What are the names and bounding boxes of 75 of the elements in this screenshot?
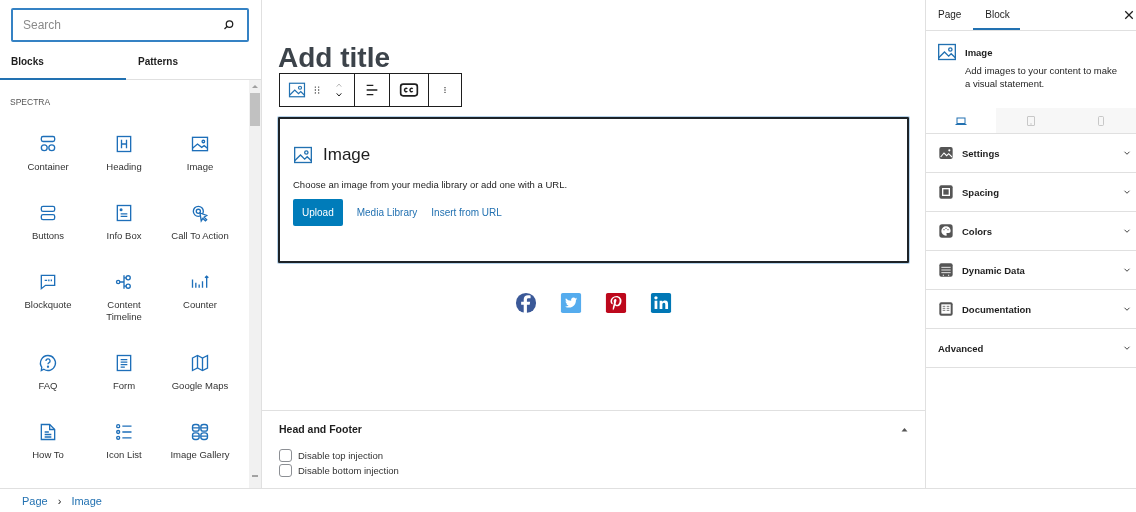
spacing-icon	[938, 184, 954, 200]
panel-toggle[interactable]: Colors	[926, 212, 1136, 251]
question-icon	[38, 353, 58, 373]
form-icon	[114, 353, 134, 373]
landscape-icon	[938, 145, 954, 161]
block-item[interactable]: Blockquote	[10, 264, 86, 345]
title-placeholder[interactable]: Add title	[278, 44, 390, 72]
breadcrumb-separator: ›	[57, 494, 62, 507]
meta-box-toggle[interactable]: Head and Footer	[279, 411, 909, 435]
buttons-icon	[38, 203, 58, 223]
image-icon	[937, 42, 957, 62]
panel-toggle[interactable]: Documentation	[926, 290, 1136, 329]
block-item[interactable]: Info Box	[86, 195, 162, 264]
panel-toggle[interactable]: Dynamic Data	[926, 251, 1136, 290]
block-item[interactable]: Content Timeline	[86, 264, 162, 345]
image-icon	[190, 134, 210, 154]
block-item[interactable]: Image Gallery	[162, 414, 238, 483]
search-icon	[223, 19, 235, 31]
breadcrumb-link[interactable]: Image	[71, 494, 102, 507]
quote-icon	[38, 272, 58, 292]
checkbox-label: Disable top injection	[298, 450, 384, 461]
link[interactable]: Media Library	[356, 207, 418, 218]
tab[interactable]: Patterns	[126, 45, 252, 80]
block-name: Image	[965, 47, 994, 58]
scrollbar[interactable]	[249, 80, 261, 488]
tab[interactable]: Blocks	[0, 45, 126, 80]
block-title: Image	[323, 145, 371, 165]
panel-toggle[interactable]: Settings	[926, 134, 1136, 173]
cursor-click-icon	[190, 203, 210, 223]
checkbox-label: Disable bottom injection	[298, 465, 399, 476]
block-item[interactable]: Google Maps	[162, 345, 238, 414]
document-icon	[938, 301, 954, 317]
panel-toggle[interactable]: Spacing	[926, 173, 1136, 212]
image-icon	[293, 145, 313, 165]
list-icon	[114, 422, 134, 442]
caption-icon[interactable]	[399, 80, 419, 100]
desktop-icon	[955, 114, 967, 127]
block-description: Add images to your content to make a visual statement.	[965, 64, 1119, 90]
tab[interactable]: Page	[926, 0, 974, 30]
drag-handle-icon[interactable]	[312, 83, 322, 97]
block-item[interactable]: Container	[10, 126, 86, 195]
phone-icon	[1095, 114, 1107, 127]
breadcrumb-link[interactable]: Page	[22, 494, 48, 507]
align-icon[interactable]	[364, 82, 380, 98]
document-icon	[38, 422, 58, 442]
upload-button[interactable]: Upload	[293, 199, 343, 226]
info-box-icon	[114, 203, 134, 223]
search-field[interactable]: Search	[11, 8, 249, 42]
block-item[interactable]: Image	[162, 126, 238, 195]
gallery-icon	[190, 422, 210, 442]
category-heading: SPECTRA	[10, 97, 52, 107]
tablet-icon	[1025, 114, 1037, 127]
checkbox[interactable]	[279, 449, 292, 462]
block-item[interactable]: FAQ	[10, 345, 86, 414]
image-icon[interactable]	[288, 81, 306, 99]
block-item[interactable]: Counter	[162, 264, 238, 345]
block-item[interactable]: Buttons	[10, 195, 86, 264]
link[interactable]: Insert from URL	[431, 207, 502, 218]
block-item[interactable]: Form	[86, 345, 162, 414]
panel-toggle[interactable]: Advanced	[926, 329, 1136, 368]
checkbox[interactable]	[279, 464, 292, 477]
chevron-down-icon[interactable]	[334, 91, 344, 99]
palette-icon	[938, 223, 954, 239]
heading-icon	[114, 134, 134, 154]
map-icon	[190, 353, 210, 373]
database-icon	[938, 262, 954, 278]
close-icon[interactable]	[1124, 10, 1134, 20]
block-item[interactable]: Heading	[86, 126, 162, 195]
container-icon	[38, 134, 58, 154]
block-item[interactable]: How To	[10, 414, 86, 483]
block-item[interactable]: Icon List	[86, 414, 162, 483]
timeline-icon	[114, 272, 134, 292]
block-item[interactable]: Call To Action	[162, 195, 238, 264]
instructions: Choose an image from your media library or add one with a URL.	[293, 179, 569, 190]
tab[interactable]: Block	[973, 0, 1021, 30]
